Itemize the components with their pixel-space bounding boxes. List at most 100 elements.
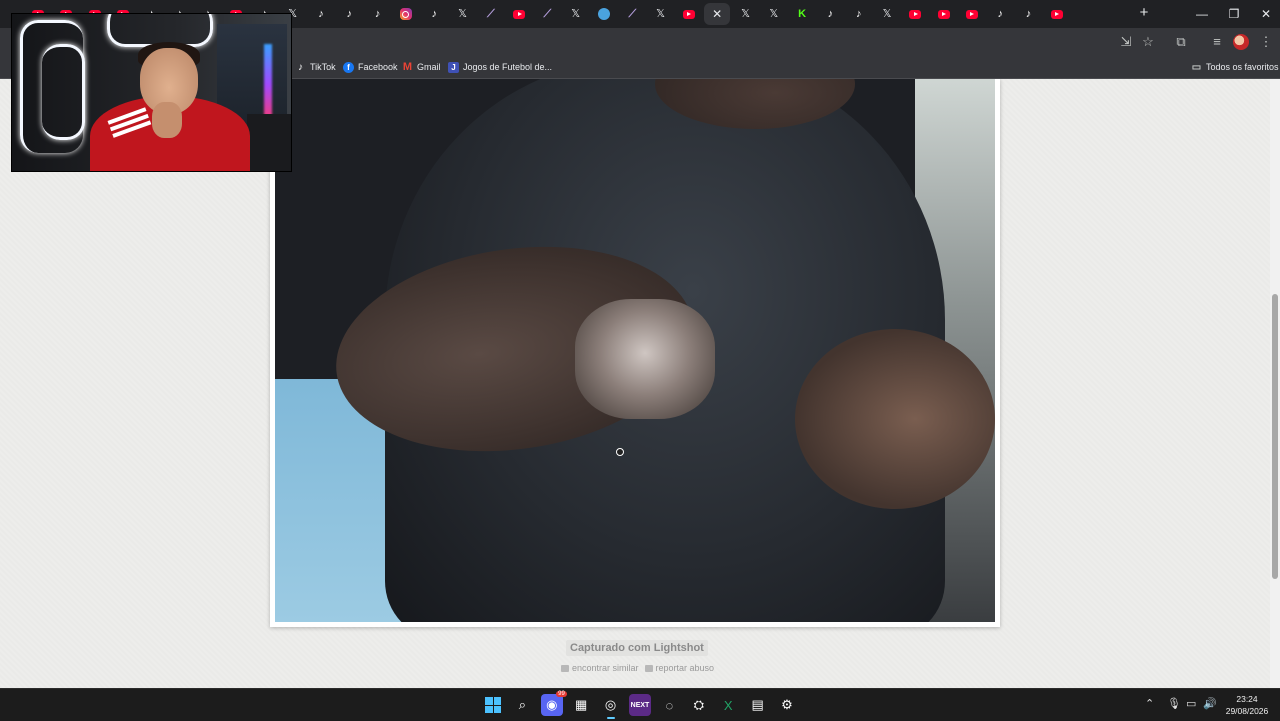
gmail-icon: M [402,61,413,73]
start-button[interactable] [482,694,504,716]
x-icon: 𝕏 [458,7,467,20]
browser-tab[interactable]: ♪ [423,3,445,25]
bookmark-games[interactable]: J Jogos de Futebol de... [448,59,552,75]
x-icon: 𝕏 [741,7,750,20]
webcam-overlay [11,13,292,172]
browser-tab[interactable]: ♪ [989,3,1011,25]
bookmark-facebook[interactable]: f Facebook [343,59,398,75]
settings-app[interactable]: ⚙ [776,694,798,716]
profile-avatar[interactable] [1233,34,1249,50]
tiktok-icon: ♪ [298,61,303,73]
tiktok-icon: ♪ [997,7,1003,20]
tiktok-icon: ♪ [827,7,834,20]
excel-icon: X [723,697,733,713]
x-icon: 𝕏 [571,7,581,20]
media-controls-icon[interactable]: ≡ [1208,33,1226,51]
browser-tab[interactable]: 𝕏 [452,3,474,25]
browser-tab[interactable]: ⟋ [480,3,502,25]
network-icon[interactable]: ▭ [1186,697,1196,710]
browser-tab[interactable]: ♪ [310,3,332,25]
browser-tab[interactable]: ♪ [1018,3,1040,25]
browser-tab[interactable] [395,3,417,25]
tiktok-icon: ♪ [431,7,437,20]
discord-app[interactable]: ◉ 99 [540,691,567,716]
browser-tab[interactable]: 𝕏 [876,3,898,25]
taskbar-clock[interactable]: 23:24 29/08/2026 [1222,693,1272,717]
browser-tab[interactable]: ♪ [367,3,389,25]
minimize-button[interactable]: — [1188,4,1216,24]
browser-tab[interactable]: ⟋ [536,3,558,25]
next-app[interactable]: NEXT [629,694,651,716]
close-icon[interactable]: ✕ [711,8,723,20]
find-similar-link[interactable]: encontrar similar [561,663,639,673]
excel-app[interactable]: X [717,694,739,716]
media-icon: ▤ [751,697,764,712]
browser-tab[interactable]: ✕ [704,3,731,25]
obs-app[interactable]: ◌ [658,694,680,716]
media-app[interactable]: ▤ [747,694,769,716]
x-icon: 𝕏 [769,7,779,20]
menu-icon[interactable]: ⋮ [1257,33,1275,51]
browser-tab[interactable] [1046,3,1068,25]
folder-icon: ▭ [1191,61,1202,73]
browser-tab[interactable] [678,3,700,25]
all-bookmarks-label: Todos os favoritos [1206,62,1279,72]
taskbar: ⌕ ◉ 99 ▦ ◎ NEXT ◌ ⛭ X ▤ ⚙ ⌃ 🎙 ▭ 🔊 23:24 29/08/2026 [0,688,1280,721]
browser-tab[interactable]: ⟋ [621,3,643,25]
browser-tab[interactable] [593,3,615,25]
close-window-button[interactable]: ✕ [1252,4,1280,24]
game-app[interactable]: ▦ [570,694,592,716]
youtube-icon [1050,9,1063,19]
browser-tab[interactable] [933,3,955,25]
games-icon: J [448,61,459,73]
report-abuse-label: reportar abuso [655,663,715,673]
trash-icon [644,664,653,672]
report-abuse-link[interactable]: reportar abuso [644,663,715,673]
discord-icon: ◉ [546,697,558,712]
browser-tab[interactable]: 𝕏 [763,3,785,25]
messenger-icon [598,8,610,20]
tiktok-icon: ♪ [855,7,862,20]
screenshot-frame [270,79,1000,627]
browser-tab[interactable] [508,3,530,25]
restore-button[interactable]: ❐ [1220,4,1248,24]
search-taskbar[interactable]: ⌕ [511,694,533,716]
new-tab-button[interactable]: + [1135,4,1153,22]
instagram-icon [399,8,412,20]
all-bookmarks-button[interactable]: ▭ Todos os favoritos [1191,59,1279,75]
scrollbar-thumb[interactable] [1272,294,1278,579]
browser-tab[interactable] [904,3,926,25]
browser-tab[interactable]: ♪ [848,3,870,25]
volume-icon[interactable]: 🔊 [1203,697,1217,710]
lightshot-links: encontrar similar reportar abuso [561,663,714,673]
bookmark-tiktok[interactable]: ♪ TikTok [295,59,336,75]
find-similar-label: encontrar similar [572,663,639,673]
settings-icon: ⚙ [781,697,793,712]
bookmark-star-icon[interactable]: ☆ [1139,33,1157,51]
mouse-cursor [616,448,624,456]
browser-tab[interactable] [961,3,983,25]
feather-icon: ⟋ [543,7,552,20]
browser-tab[interactable]: ♪ [338,3,360,25]
bookmark-gmail[interactable]: M Gmail [402,59,441,75]
bookmark-label: Jogos de Futebol de... [463,62,553,72]
page-scrollbar[interactable] [1270,79,1280,688]
chevron-up-icon[interactable]: ⌃ [1145,697,1154,710]
browser-tab[interactable]: K [791,3,813,25]
extensions-icon[interactable]: ⧉ [1172,33,1190,51]
microphone-icon[interactable]: 🎙 [1167,697,1181,710]
install-app-icon[interactable]: ⇲ [1117,33,1135,51]
browser-tab[interactable]: ♪ [819,3,841,25]
browser-tab[interactable]: 𝕏 [650,3,672,25]
youtube-icon [513,9,526,19]
steam-app[interactable]: ⛭ [688,694,710,716]
browser-tab[interactable]: 𝕏 [565,3,587,25]
facebook-icon: f [343,61,354,73]
chrome-app[interactable]: ◎ [600,694,622,719]
screenshot-image[interactable] [275,79,995,622]
youtube-icon [937,9,950,19]
browser-tab[interactable]: 𝕏 [735,3,757,25]
kick-icon: K [798,7,807,20]
lightshot-label[interactable]: Capturado com Lightshot [566,640,708,656]
windows-icon [485,697,501,713]
